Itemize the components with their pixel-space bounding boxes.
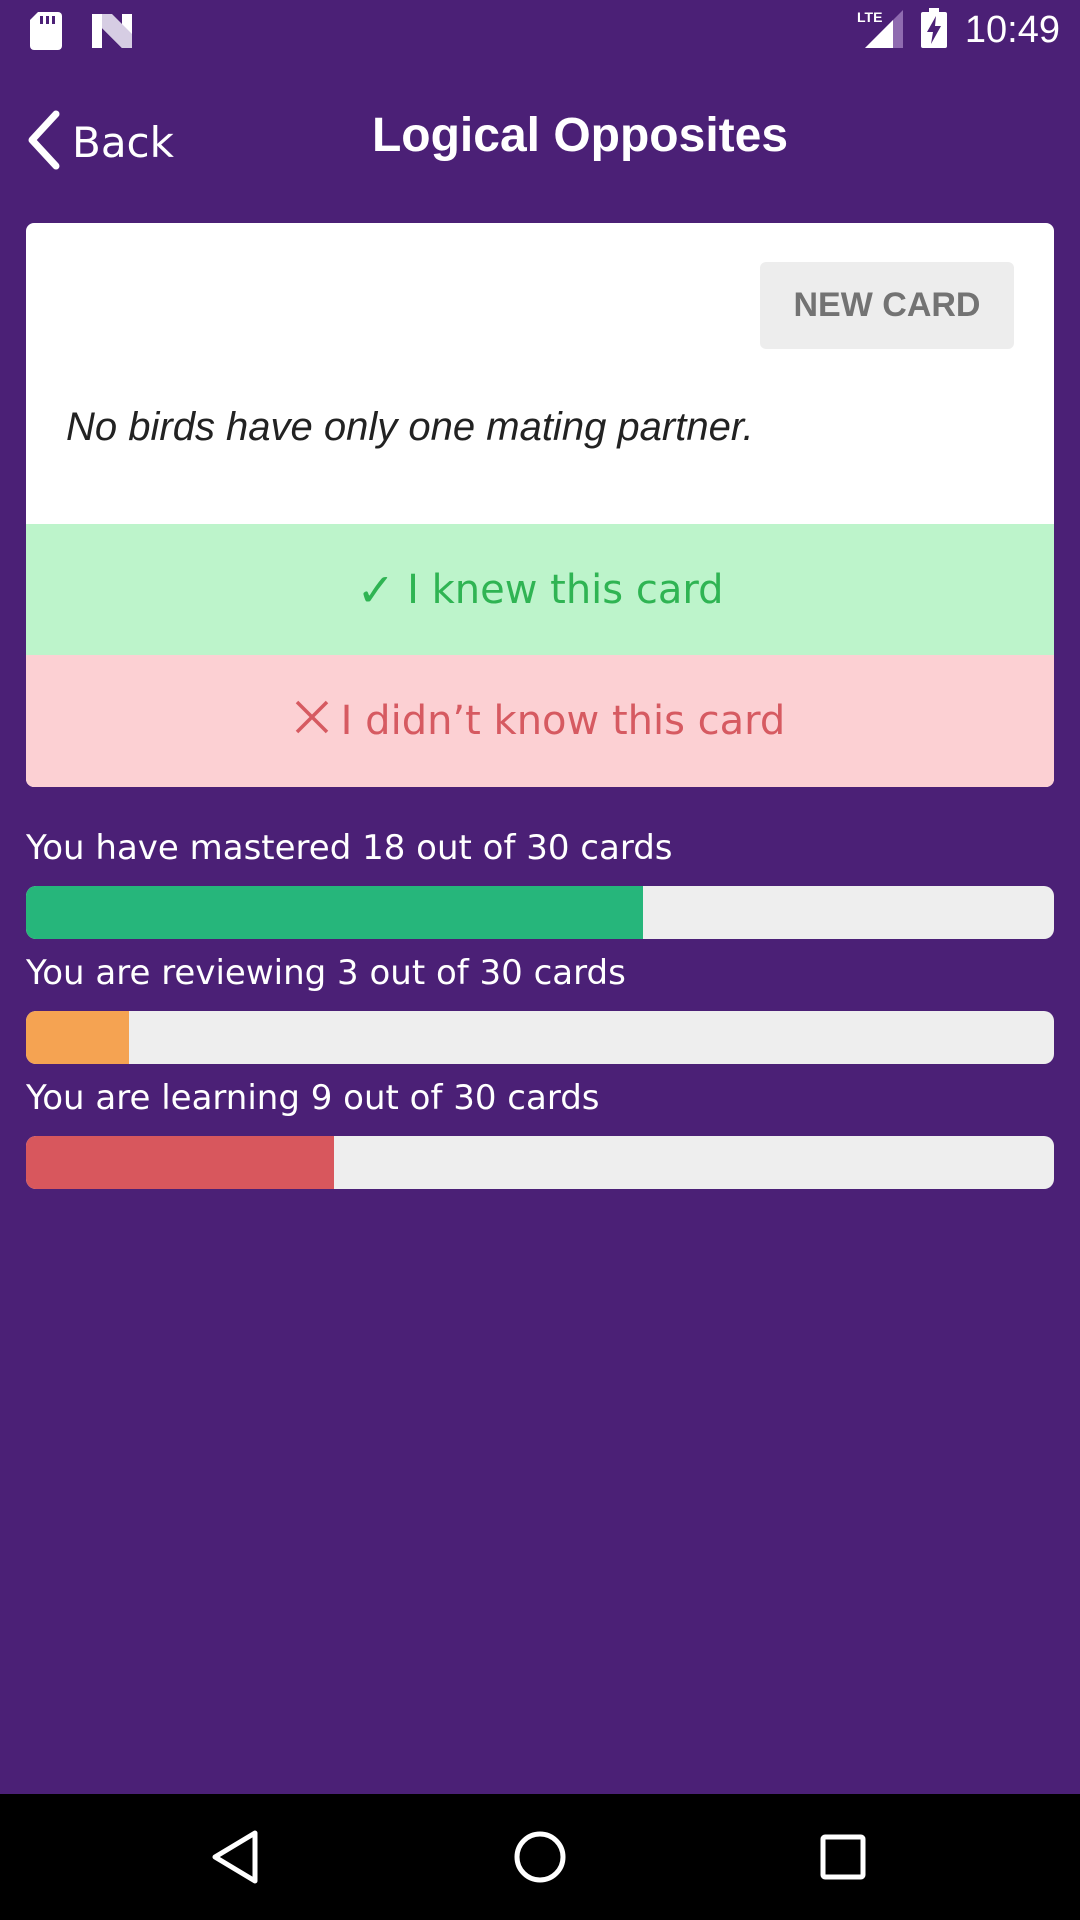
new-card-button[interactable]: NEW CARD [760,262,1014,349]
mastered-progress-bar [26,886,1054,939]
home-circle-icon [510,1831,570,1891]
system-nav-bar [0,1794,1080,1920]
card-statement: No birds have only one mating partner. [66,405,754,449]
status-left [30,12,132,54]
mastered-label: You have mastered 18 out of 30 cards [26,828,673,868]
learning-progress-fill [26,1136,335,1189]
page-title: Logical Opposites [371,109,789,162]
sd-card-icon [30,12,62,54]
screen: LTE 10:49 Back Logical Opposites NEW CAR… [0,0,1080,1920]
status-right: LTE 10:49 [857,8,1060,52]
knew-card-label: I knew this card [407,566,724,613]
status-bar: LTE 10:49 [0,0,1080,64]
reviewing-progress-fill [26,1011,129,1064]
recents-square-icon [813,1834,873,1891]
reviewing-progress-bar [26,1011,1054,1064]
lte-signal-icon: LTE [857,8,903,52]
nav-home-button[interactable] [510,1827,570,1887]
status-time: 10:49 [964,8,1060,51]
app-bar: Back Logical Opposites [0,64,1080,214]
reviewing-label: You are reviewing 3 out of 30 cards [26,953,626,993]
x-icon [295,698,329,744]
check-icon: ✓ [356,562,396,617]
knew-card-button[interactable]: ✓ I knew this card [26,524,1054,655]
svg-text:LTE: LTE [857,9,882,25]
mastered-progress-fill [26,886,643,939]
flash-card: NEW CARD No birds have only one mating p… [26,223,1054,787]
nav-recents-button[interactable] [813,1827,873,1887]
n-logo-icon [92,14,132,52]
didnt-know-card-label: I didn’t know this card [340,698,786,744]
back-triangle-icon [207,1830,267,1891]
didnt-know-card-button[interactable]: I didn’t know this card [26,655,1054,787]
learning-progress-bar [26,1136,1054,1189]
battery-charging-icon [920,8,947,52]
nav-back-button[interactable] [207,1827,267,1887]
learning-label: You are learning 9 out of 30 cards [26,1078,600,1118]
